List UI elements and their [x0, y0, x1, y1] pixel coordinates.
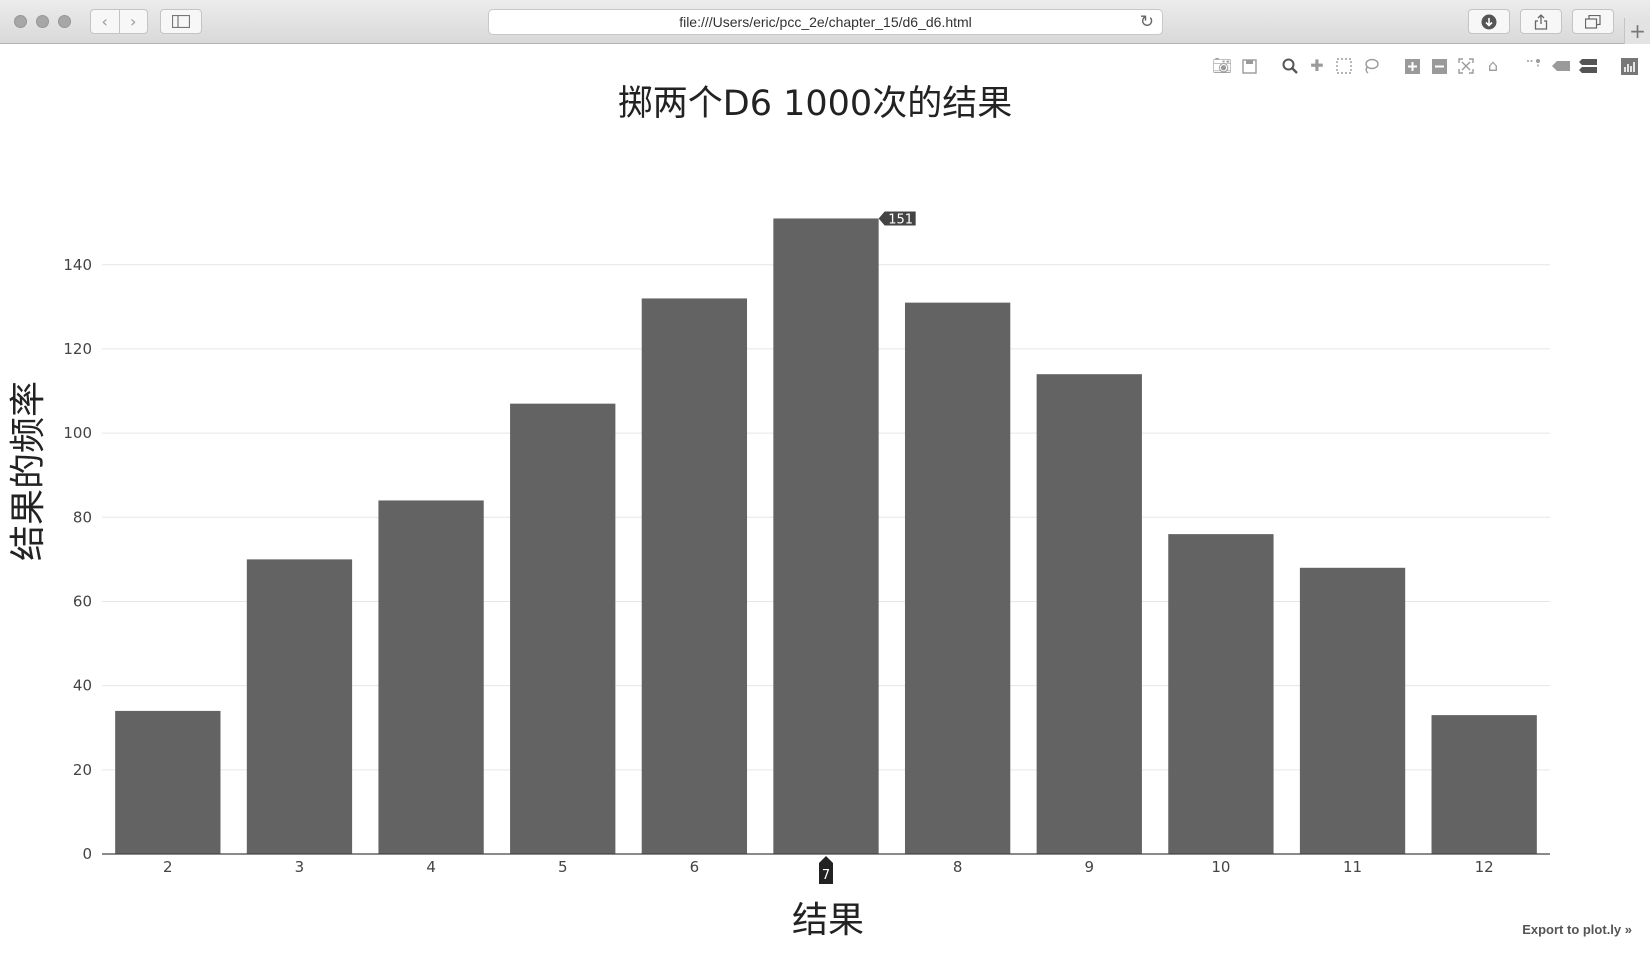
bar-12[interactable] [1431, 715, 1537, 854]
bar-11[interactable] [1299, 567, 1406, 854]
x-tick-label: 6 [690, 858, 700, 876]
y-tick-label: 0 [82, 845, 92, 863]
forward-button[interactable]: › [118, 10, 148, 33]
x-tick-label: 12 [1475, 858, 1494, 876]
close-window-button[interactable] [14, 15, 27, 28]
export-to-plotly-link[interactable]: Export to plot.ly » [1522, 922, 1632, 937]
x-axis-label: 结果 [792, 900, 864, 941]
bar-5[interactable] [510, 403, 616, 854]
bar-7[interactable] [773, 218, 879, 854]
url-text: file:///Users/eric/pcc_2e/chapter_15/d6_… [679, 14, 972, 30]
bar-6[interactable] [641, 298, 748, 854]
x-tick-label: 10 [1211, 858, 1230, 876]
bar-3[interactable] [246, 559, 353, 854]
x-tick-label: 9 [1084, 858, 1094, 876]
tabs-overview-button[interactable] [1572, 9, 1614, 34]
back-button[interactable]: ‹ [91, 10, 119, 33]
bar-8[interactable] [904, 302, 1011, 854]
bar-2[interactable] [115, 710, 221, 854]
bar-chart: 掷两个D6 1000次的结果 0 20 40 60 80 100 120 140 2 3 4 5 6 7… [8, 84, 1550, 941]
x-tick-label: 2 [163, 858, 173, 876]
zoom-window-button[interactable] [58, 15, 71, 28]
share-icon [1534, 13, 1548, 30]
x-tick-label: 11 [1343, 858, 1362, 876]
x-tick-label: 4 [426, 858, 436, 876]
y-tick-label: 100 [63, 424, 92, 442]
y-tick-label: 80 [73, 508, 92, 526]
sidebar-toggle-button[interactable] [160, 9, 202, 34]
browser-toolbar: ‹ › file:///Users/eric/pcc_2e/chapter_15… [0, 0, 1650, 44]
bar-10[interactable] [1168, 534, 1274, 854]
y-tick-label: 20 [73, 761, 92, 779]
address-bar[interactable]: file:///Users/eric/pcc_2e/chapter_15/d6_… [488, 9, 1163, 35]
y-axis-ticks: 0 20 40 60 80 100 120 140 [63, 256, 92, 863]
bar-4[interactable] [378, 500, 484, 854]
y-tick-label: 40 [73, 677, 92, 695]
x-tick-label: 8 [953, 858, 963, 876]
y-tick-label: 120 [63, 340, 92, 358]
y-tick-label: 60 [73, 592, 92, 610]
hover-category-label: 7 [822, 868, 830, 883]
sidebar-icon [172, 15, 190, 28]
tabs-icon [1585, 14, 1601, 29]
bar-9[interactable] [1036, 374, 1142, 854]
x-tick-label: 3 [295, 858, 305, 876]
download-icon [1481, 14, 1497, 29]
hover-value-label: 151 [888, 212, 913, 227]
chart-title: 掷两个D6 1000次的结果 [618, 84, 1012, 124]
x-tick-label: 5 [558, 858, 568, 876]
new-tab-button[interactable]: + [1624, 18, 1650, 44]
downloads-button[interactable] [1468, 9, 1510, 34]
share-button[interactable] [1520, 9, 1562, 34]
bars [115, 218, 1537, 854]
y-axis-label: 结果的频率 [8, 381, 49, 561]
y-tick-label: 140 [63, 256, 92, 274]
minimize-window-button[interactable] [36, 15, 49, 28]
nav-buttons: ‹ › [90, 9, 148, 34]
reload-icon[interactable]: ↻ [1140, 12, 1154, 32]
